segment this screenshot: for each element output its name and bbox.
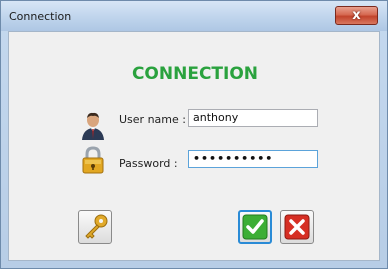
ok-button[interactable] xyxy=(238,210,272,244)
username-field[interactable]: anthony xyxy=(188,109,318,127)
user-avatar-icon xyxy=(82,112,104,140)
connection-dialog: Connection x CONNECTION User name : anth… xyxy=(0,0,388,269)
key-button[interactable] xyxy=(78,210,112,244)
window-title: Connection xyxy=(9,10,72,23)
cancel-button[interactable] xyxy=(280,210,314,244)
checkmark-icon xyxy=(242,214,268,240)
title-bar[interactable]: Connection x xyxy=(1,1,387,31)
cross-icon xyxy=(284,214,310,240)
username-label: User name : xyxy=(119,113,186,126)
password-field[interactable]: •••••••••• xyxy=(188,150,318,168)
page-title: CONNECTION xyxy=(131,64,259,84)
close-icon: x xyxy=(352,8,361,23)
close-button[interactable]: x xyxy=(335,6,378,25)
key-icon xyxy=(85,214,108,239)
dialog-body: CONNECTION User name : anthony Password … xyxy=(8,31,380,261)
padlock-icon xyxy=(82,146,104,174)
password-label: Password : xyxy=(119,157,178,170)
